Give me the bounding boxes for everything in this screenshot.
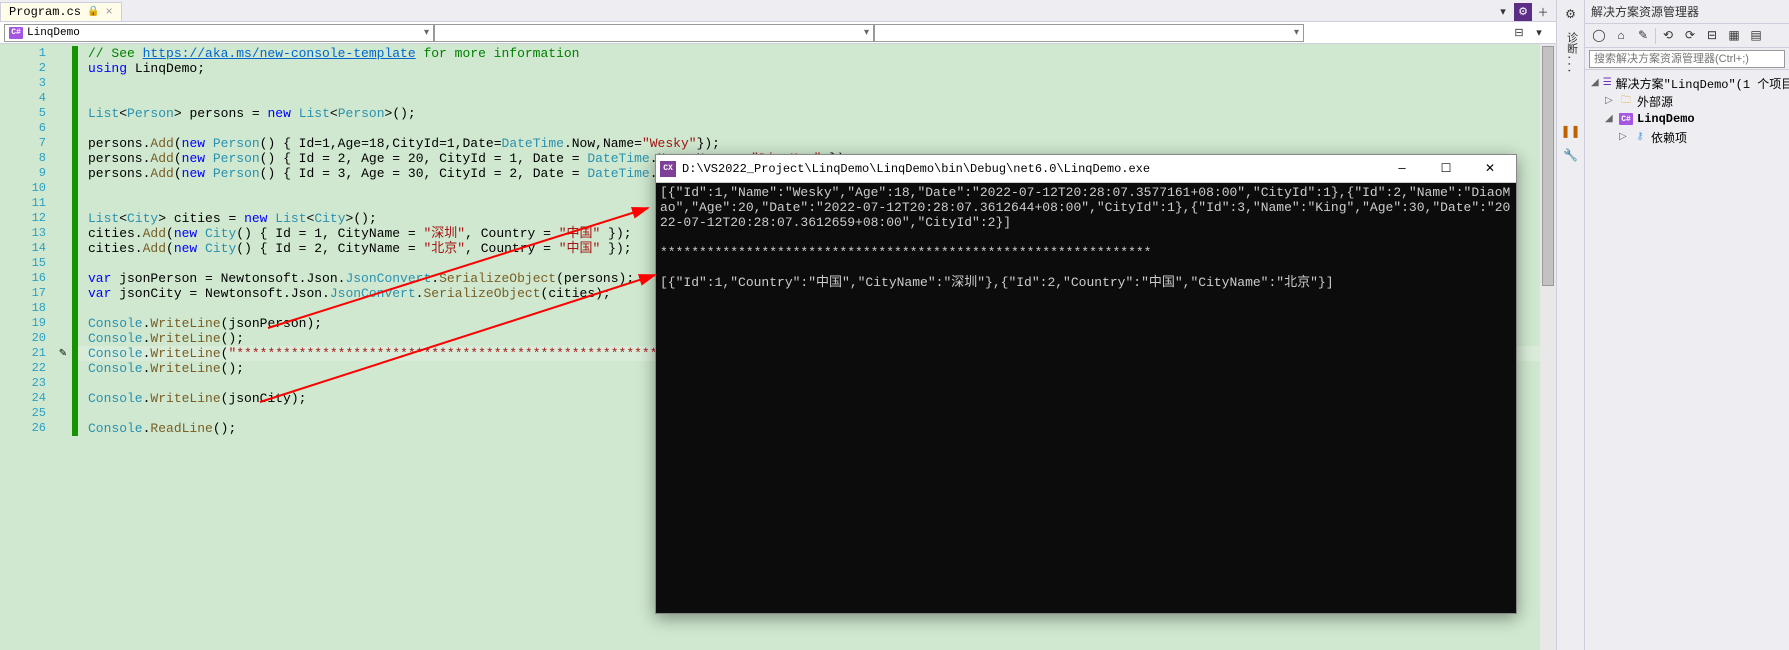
solution-root[interactable]: ◢ ☰ 解决方案"LinqDemo"(1 个项目/共 — [1587, 74, 1787, 92]
scrollbar-thumb[interactable] — [1542, 46, 1554, 286]
csharp-project-icon: C# — [1619, 113, 1633, 125]
refresh-icon[interactable]: ⟳ — [1680, 26, 1700, 46]
project-node[interactable]: ◢ C# LinqDemo — [1587, 110, 1787, 128]
navigation-bar: C# LinqDemo ▾ ▾ ▾ ⊟ ▾ — [0, 22, 1556, 44]
console-app-icon: CX — [660, 161, 676, 177]
tab-label: Program.cs — [9, 5, 81, 19]
console-window[interactable]: CX D:\VS2022_Project\LinqDemo\LinqDemo\b… — [655, 154, 1517, 614]
tab-dropdown-icon[interactable]: ▾ — [1494, 3, 1512, 21]
split-icon[interactable]: ⊟ — [1510, 24, 1528, 42]
tab-plus-icon[interactable]: ＋ — [1534, 3, 1552, 21]
gear-icon[interactable]: ⚙ — [1561, 4, 1581, 24]
dependencies-node[interactable]: ▷ ⚷ 依赖项 — [1587, 128, 1787, 146]
wand-icon[interactable]: ✎ — [1633, 26, 1653, 46]
member-combo[interactable]: ▾ — [874, 24, 1304, 42]
diagnostics-label[interactable]: 诊断... — [1563, 32, 1579, 74]
dependencies-icon: ⚷ — [1633, 130, 1647, 144]
glyph-margin: ✎ — [54, 44, 72, 650]
solution-toolbar: ◯ ⌂ ✎ ⟲ ⟳ ⊟ ▦ ▤ — [1585, 24, 1789, 48]
tools-icon[interactable]: 🔧 — [1561, 146, 1581, 166]
console-output[interactable]: [{"Id":1,"Name":"Wesky","Age":18,"Date":… — [656, 183, 1516, 613]
line-number-gutter: 1234567891011121314151617181920212223242… — [0, 44, 54, 650]
chevron-down-icon: ▾ — [1294, 27, 1299, 39]
back-icon[interactable]: ◯ — [1589, 26, 1609, 46]
expand-icon[interactable]: ◢ — [1605, 113, 1615, 125]
type-combo[interactable]: ▾ — [434, 24, 874, 42]
tab-close-icon[interactable]: × — [105, 5, 112, 19]
minimize-button[interactable]: ─ — [1380, 155, 1424, 183]
expand-icon[interactable]: ◢ — [1591, 77, 1599, 89]
folder-icon: 🗀 — [1619, 94, 1633, 108]
chevron-down-icon[interactable]: ▾ — [1530, 24, 1548, 42]
maximize-button[interactable]: ☐ — [1424, 155, 1468, 183]
solution-search — [1585, 48, 1789, 70]
external-sources[interactable]: ▷ 🗀 外部源 — [1587, 92, 1787, 110]
chevron-down-icon: ▾ — [424, 27, 429, 39]
tab-gear-icon[interactable]: ⚙ — [1514, 3, 1532, 21]
sync-icon[interactable]: ⟲ — [1658, 26, 1678, 46]
pause-icon[interactable]: ❚❚ — [1561, 122, 1581, 142]
pin-icon[interactable]: 🔒 — [87, 6, 99, 18]
solution-tree[interactable]: ◢ ☰ 解决方案"LinqDemo"(1 个项目/共 ▷ 🗀 外部源 ◢ C# … — [1585, 70, 1789, 650]
document-tab-bar: Program.cs 🔒 × ▾ ⚙ ＋ — [0, 0, 1556, 22]
close-button[interactable]: ✕ — [1468, 155, 1512, 183]
vertical-scrollbar[interactable] — [1540, 44, 1556, 650]
console-title: D:\VS2022_Project\LinqDemo\LinqDemo\bin\… — [682, 162, 1380, 176]
solution-search-input[interactable] — [1589, 50, 1785, 68]
solution-explorer: 解决方案资源管理器 ◯ ⌂ ✎ ⟲ ⟳ ⊟ ▦ ▤ ◢ ☰ 解决方案"LinqD… — [1584, 0, 1789, 650]
tab-program-cs[interactable]: Program.cs 🔒 × — [0, 2, 122, 21]
expand-icon[interactable]: ▷ — [1605, 95, 1615, 107]
solution-icon: ☰ — [1603, 76, 1612, 90]
properties-icon[interactable]: ▤ — [1746, 26, 1766, 46]
console-titlebar[interactable]: CX D:\VS2022_Project\LinqDemo\LinqDemo\b… — [656, 155, 1516, 183]
home-icon[interactable]: ⌂ — [1611, 26, 1631, 46]
showall-icon[interactable]: ▦ — [1724, 26, 1744, 46]
csharp-icon: C# — [9, 27, 23, 39]
expand-icon[interactable]: ▷ — [1619, 131, 1629, 143]
solution-explorer-title: 解决方案资源管理器 — [1585, 0, 1789, 24]
right-toolwindow-strip: ⚙ 诊断... ❚❚ 🔧 — [1556, 0, 1584, 650]
chevron-down-icon: ▾ — [864, 27, 869, 39]
collapse-icon[interactable]: ⊟ — [1702, 26, 1722, 46]
scope-combo[interactable]: C# LinqDemo ▾ — [4, 24, 434, 42]
